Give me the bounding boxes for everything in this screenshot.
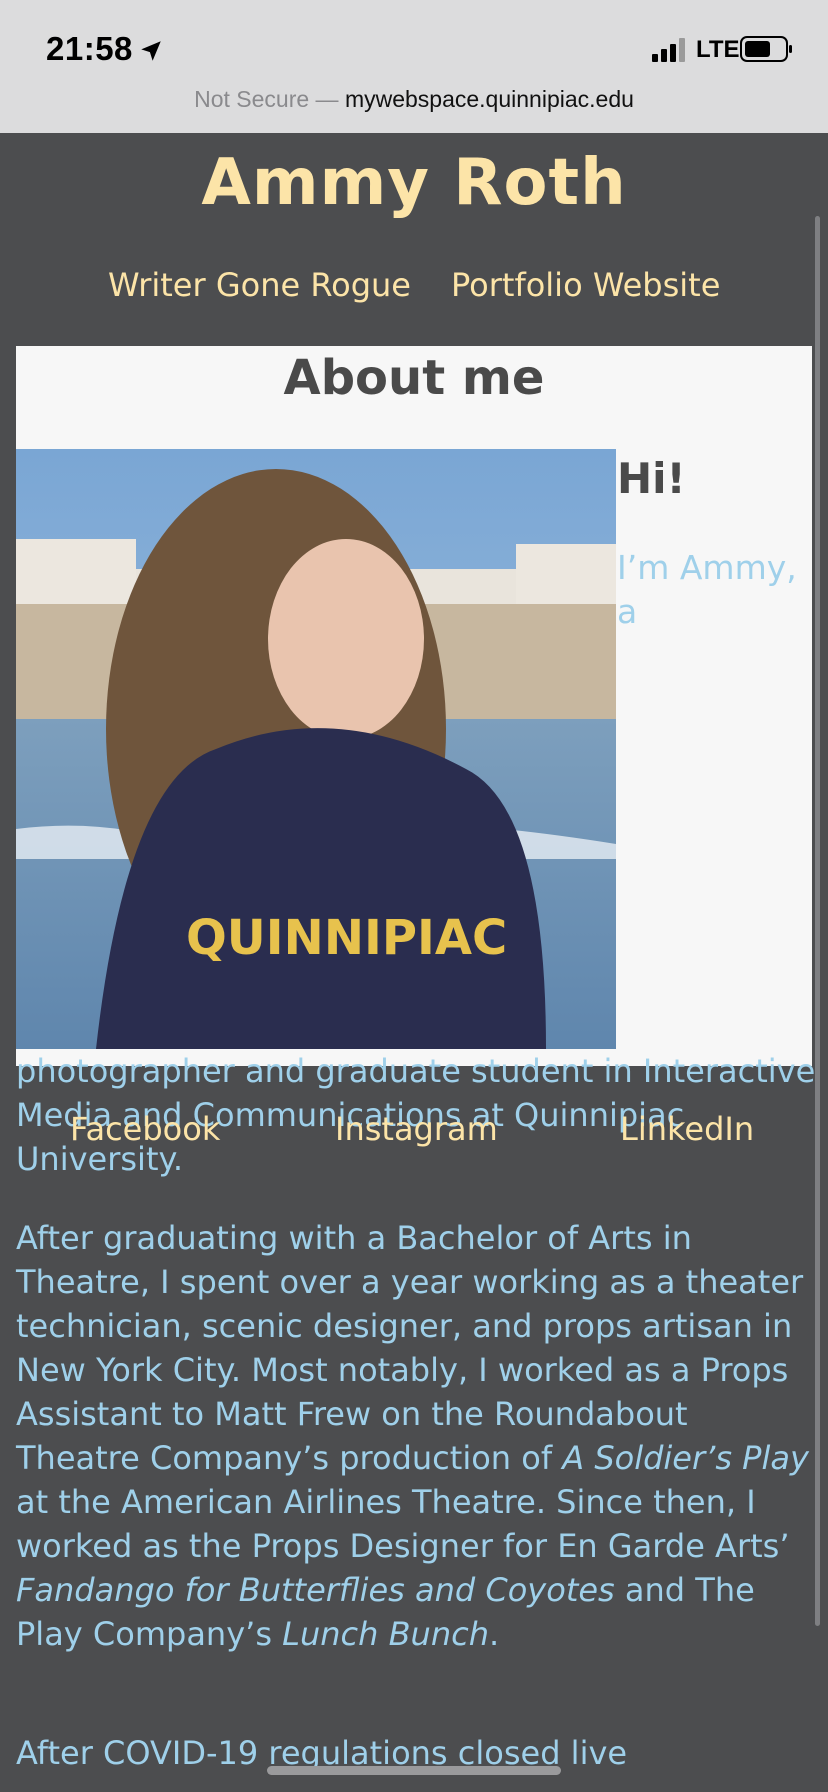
about-heading: About me [283,350,545,406]
clock: 21:58 [46,30,133,67]
site-title: Ammy Roth [201,146,627,220]
scrollbar[interactable] [815,216,820,1626]
security-label: Not Secure — [194,86,339,112]
show-title: Fandango for Butterflies and Coyotes [16,1571,615,1609]
experience-paragraph: After graduating with a Bachelor of Arts… [16,1216,816,1656]
show-title: Lunch Bunch [282,1615,489,1653]
address-bar[interactable]: Not Secure — mywebspace.quinnipiac.edu [0,86,828,113]
linkedin-link[interactable]: LinkedIn [620,1110,754,1148]
intro-text-start: I’m Ammy, a [617,548,797,631]
text-run: . [488,1615,500,1653]
nav-link-portfolio-website[interactable]: Portfolio Website [451,266,720,304]
status-bar: 21:58 LTE Not Secure — mywebspace.quinni… [0,0,828,133]
location-arrow-icon [141,41,161,61]
network-type: LTE [696,36,740,63]
profile-photo: QUINNIPIAC [16,449,616,1049]
nav-link-writer-gone-rogue[interactable]: Writer Gone Rogue [108,266,411,304]
url-domain: mywebspace.quinnipiac.edu [344,86,634,112]
greeting: Hi! [617,454,686,503]
instagram-link[interactable]: Instagram [335,1110,498,1148]
signal-bars-icon [652,38,685,62]
svg-text:QUINNIPIAC: QUINNIPIAC [186,910,507,966]
text-run: at the American Airlines Theatre. Since … [16,1483,790,1565]
home-indicator[interactable] [267,1766,561,1775]
battery-icon [740,36,792,62]
show-title: A Soldier’s Play [562,1439,809,1477]
facebook-link[interactable]: Facebook [70,1110,220,1148]
